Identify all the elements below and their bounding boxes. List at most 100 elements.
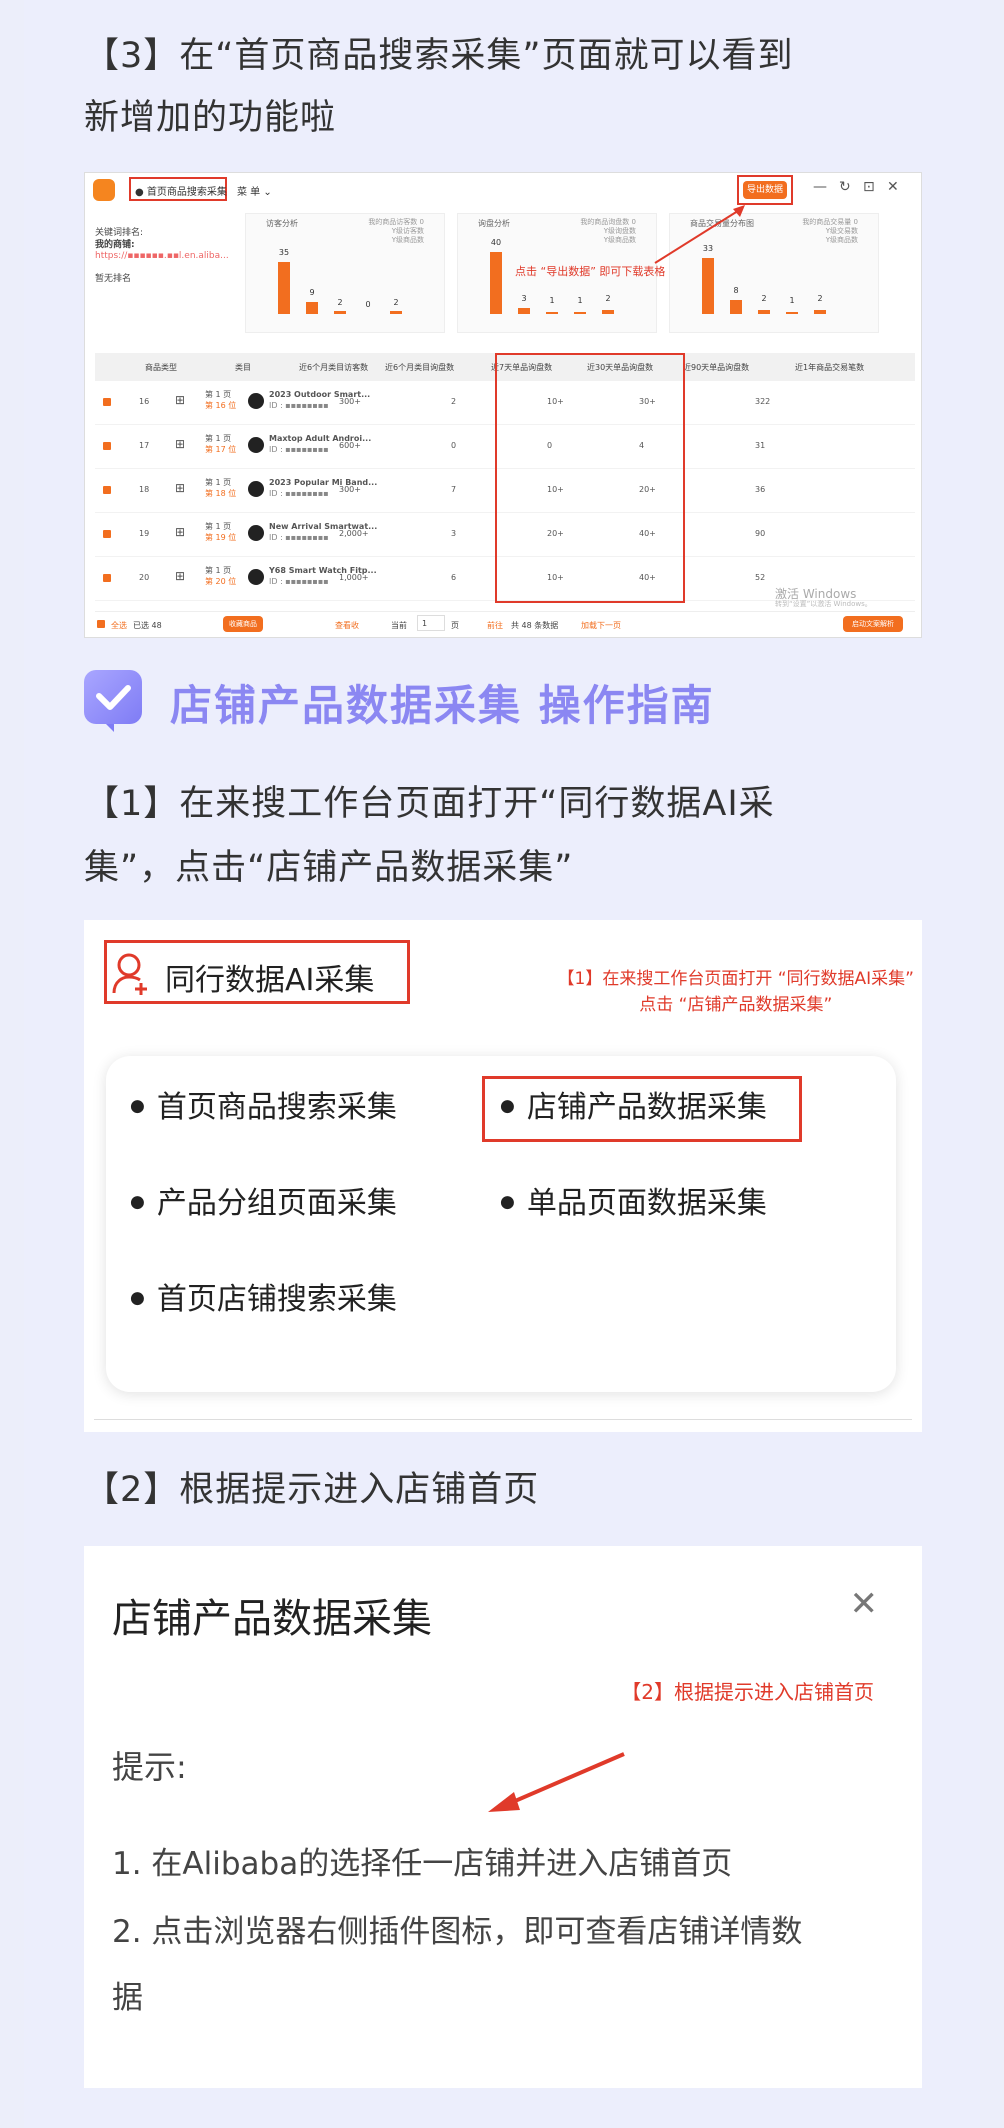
bar-label: 2 xyxy=(337,298,343,307)
expand-icon: ⊞ xyxy=(175,525,186,539)
collect-button[interactable]: 收藏商品 xyxy=(223,616,263,632)
product-thumbnail xyxy=(248,569,264,585)
row-number: 20 xyxy=(139,573,150,582)
select-all-checkbox[interactable] xyxy=(97,620,105,628)
annotation-arrow xyxy=(488,1752,625,1812)
row-checkbox[interactable] xyxy=(103,486,111,494)
option-single-product-page[interactable]: 单品页面数据采集 xyxy=(500,1178,767,1222)
product-thumbnail xyxy=(248,437,264,453)
col-header: 商品类型 xyxy=(145,363,177,372)
option-product-group-page[interactable]: 产品分组页面采集 xyxy=(130,1178,397,1222)
expand-icon: ⊞ xyxy=(175,437,186,451)
chart-bar xyxy=(602,310,614,314)
user-add-icon xyxy=(112,953,147,995)
bar-label: 40 xyxy=(490,238,502,247)
bar-label: 1 xyxy=(549,296,555,305)
row-checkbox[interactable] xyxy=(103,398,111,406)
close-icon[interactable]: ✕ xyxy=(887,179,899,195)
step2-annotation: 【2】根据提示进入店铺首页 xyxy=(621,1680,874,1704)
guide-headline: 店铺产品数据采集 操作指南 xyxy=(170,681,715,730)
bar-label: 9 xyxy=(309,288,315,297)
goto-link[interactable]: 前往 xyxy=(487,620,503,631)
cell-visits: 300+ xyxy=(339,485,361,494)
row-checkbox[interactable] xyxy=(103,574,111,582)
export-annotation: 点击 “导出数据” 即可下载表格 xyxy=(515,265,666,278)
hint-label: 提示: xyxy=(112,1748,187,1786)
store-collect-dialog-screenshot: 店铺产品数据采集 ✕ 【2】根据提示进入店铺首页 提示: 1. 在Alibaba… xyxy=(84,1546,922,2088)
cell-visits: 2,000+ xyxy=(339,529,369,538)
cell-visits: 300+ xyxy=(339,397,361,406)
rank: 第 1 页第 18 位 xyxy=(205,478,237,498)
rank: 第 1 页第 16 位 xyxy=(205,390,237,410)
rank: 第 1 页第 19 位 xyxy=(205,522,237,542)
store-link[interactable]: https://▪▪▪▪▪▪.▪▪l.en.aliba... xyxy=(95,251,229,261)
app-logo xyxy=(93,179,115,201)
option-home-product-search[interactable]: 首页商品搜索采集 xyxy=(130,1082,397,1126)
option-highlight-box xyxy=(482,1076,802,1142)
total-count: 共 48 条数据 xyxy=(511,621,559,630)
cell-year: 31 xyxy=(755,441,766,450)
step3-text-line2: 新增加的功能啦 xyxy=(84,98,337,138)
product-thumbnail xyxy=(248,393,264,409)
expand-icon: ⊞ xyxy=(175,569,186,583)
chart-bar xyxy=(518,308,530,314)
col-header: 近90天单品询盘数 xyxy=(683,363,750,372)
bar-label: 0 xyxy=(365,300,371,309)
view-collected-link[interactable]: 查看收 xyxy=(335,620,359,631)
hint-line2: 2. 点击浏览器右侧插件图标，即可查看店铺详情数 xyxy=(112,1914,803,1950)
row-number: 17 xyxy=(139,441,150,450)
select-all-label[interactable]: 全选 xyxy=(111,620,127,631)
menu-button[interactable]: 菜 单 ⌄ xyxy=(237,183,272,198)
chart-bar xyxy=(390,311,402,314)
expand-icon: ⊞ xyxy=(175,393,186,407)
chart-bar xyxy=(278,262,290,314)
app-screenshot: ● 首页商品搜索采集 菜 单 ⌄ 导出数据 — ↻ ⊡ ✕ 关键词排名: 我的商… xyxy=(84,172,922,638)
col-header: 类目 xyxy=(235,363,251,372)
check-badge-icon xyxy=(84,670,142,732)
panel-title-box[interactable]: 同行数据AI采集 xyxy=(104,940,410,1004)
step3-text-line1: 【3】在“首页商品搜索采集”页面就可以看到 xyxy=(84,36,794,76)
product-thumbnail xyxy=(248,525,264,541)
col-header: 近6个月类目询盘数 xyxy=(385,363,455,372)
chart-bar xyxy=(306,302,318,314)
expand-icon: ⊞ xyxy=(175,481,186,495)
cell-year: 52 xyxy=(755,573,766,582)
row-number: 19 xyxy=(139,529,150,538)
my-store-label: 我的商铺: xyxy=(95,240,135,250)
selected-count: 已选 48 xyxy=(133,621,162,630)
dialog-close-icon[interactable]: ✕ xyxy=(850,1584,879,1624)
bar-label: 2 xyxy=(817,294,823,303)
maximize-icon[interactable]: ⊡ xyxy=(863,179,875,195)
bar-label: 3 xyxy=(521,294,527,303)
row-checkbox[interactable] xyxy=(103,530,111,538)
bar-label: 2 xyxy=(761,294,767,303)
bar-label: 35 xyxy=(278,248,290,257)
option-home-store-search[interactable]: 首页店铺搜索采集 xyxy=(130,1274,397,1318)
hint-line3: 据 xyxy=(112,1980,143,2016)
bar-label: 2 xyxy=(605,294,611,303)
cell-d7: 0 xyxy=(451,441,457,450)
windows-watermark-sub: 转到“设置”以激活 Windows。 xyxy=(775,600,872,608)
doc-parse-button[interactable]: 启动文案解析 xyxy=(843,616,903,632)
page-input[interactable]: 1 xyxy=(417,615,445,631)
step1-text-line1: 【1】在来搜工作台页面打开“同行数据AI采 xyxy=(84,784,775,824)
bar-label: 1 xyxy=(577,296,583,305)
card-legend: 我的商品询盘数 0 Y级询盘数 Y级商品数 xyxy=(580,218,636,244)
load-next-link[interactable]: 加载下一页 xyxy=(581,620,621,631)
cell-d7: 3 xyxy=(451,529,457,538)
bar-label: 1 xyxy=(789,296,795,305)
col-header: 近6个月类目访客数 xyxy=(299,363,369,372)
export-data-button[interactable]: 导出数据 xyxy=(743,181,787,199)
cell-year: 90 xyxy=(755,529,766,538)
table-footer: 全选 已选 48 收藏商品 查看收 当前 1 页 前往 共 48 条数据 加载下… xyxy=(95,611,915,635)
minimize-icon[interactable]: — xyxy=(813,179,827,195)
row-checkbox[interactable] xyxy=(103,442,111,450)
cell-visits: 1,000+ xyxy=(339,573,369,582)
bar-label: 2 xyxy=(393,298,399,307)
bar-label: 8 xyxy=(733,286,739,295)
hint-line1: 1. 在Alibaba的选择任一店铺并进入店铺首页 xyxy=(112,1846,733,1882)
step1-annotation: 【1】在来搜工作台页面打开 “同行数据AI采集” 点击 “店铺产品数据采集” xyxy=(557,969,914,1015)
chart-bar xyxy=(786,312,798,314)
refresh-icon[interactable]: ↻ xyxy=(839,179,851,195)
tab-home-search-collect[interactable]: ● 首页商品搜索采集 xyxy=(135,183,227,198)
